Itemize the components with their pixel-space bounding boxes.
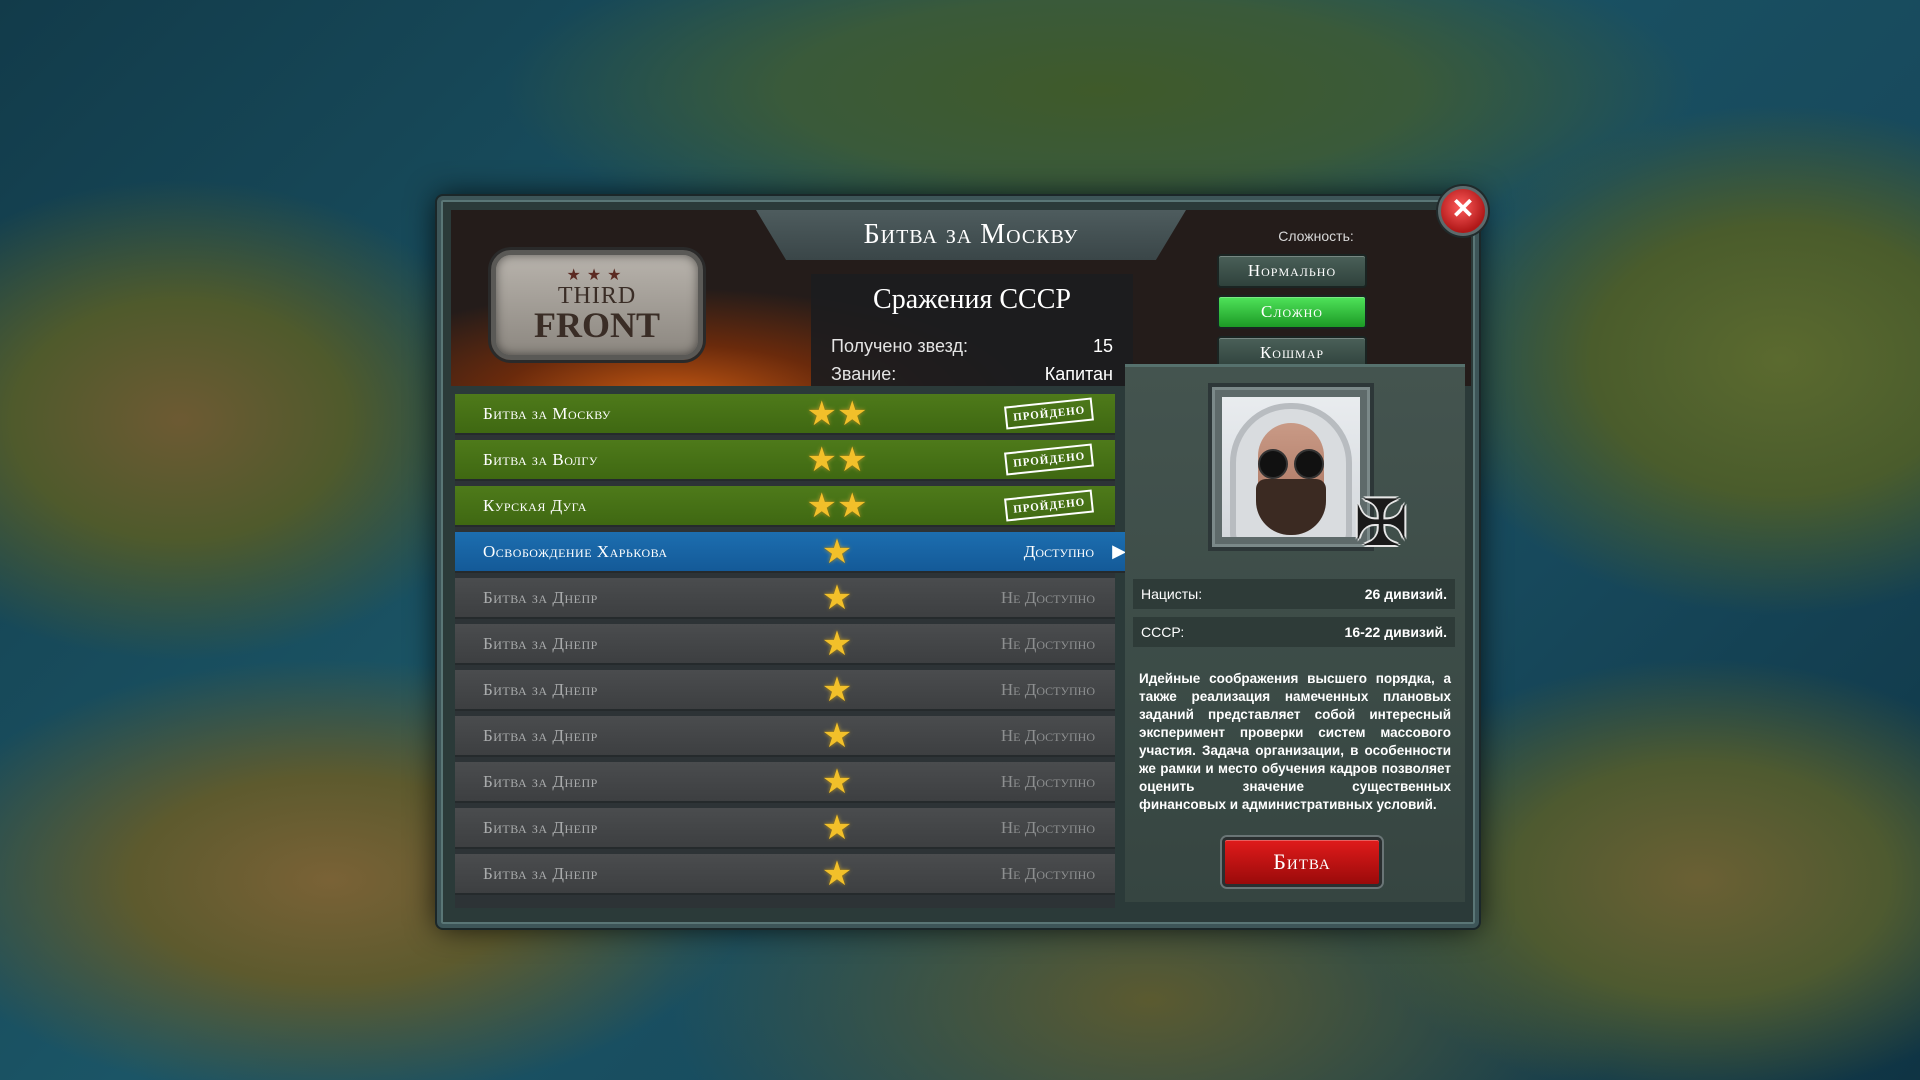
stars-earned-row: Получено звезд: 15: [831, 336, 1113, 357]
mission-name: Битва за Москву: [483, 403, 611, 423]
campaign-title: Сражения СССР: [873, 284, 1071, 315]
mission-name: Битва за Днепр: [483, 771, 598, 791]
ussr-divisions-row: СССР: 16-22 дивизий.: [1133, 617, 1455, 647]
mission-row: Битва за Днепр ★ Не Доступно: [455, 624, 1115, 665]
game-logo: ★★★ THIRD FRONT: [491, 250, 703, 360]
ussr-label: СССР:: [1141, 624, 1185, 640]
rank-label: Звание:: [831, 364, 897, 384]
mission-row[interactable]: Битва за Москву ★★ пройдено: [455, 394, 1115, 435]
mission-status: Не Доступно: [1000, 679, 1095, 699]
completed-stamp: пройдено: [1003, 489, 1094, 522]
mission-name: Битва за Волгу: [483, 449, 598, 469]
mission-status: Доступно: [1023, 541, 1094, 561]
mission-row: Битва за Днепр ★ Не Доступно: [455, 762, 1115, 803]
mission-name: Битва за Днепр: [483, 587, 598, 607]
mission-row[interactable]: Освобождение Харькова ★ Доступно ▶: [455, 532, 1134, 573]
mission-name: Битва за Днепр: [483, 633, 598, 653]
mission-row[interactable]: Курская Дуга ★★ пройдено: [455, 486, 1115, 527]
completed-stamp: пройдено: [1003, 443, 1094, 476]
mission-stars-icon: ★: [821, 578, 853, 617]
mission-stars-icon: ★★: [806, 440, 868, 479]
mission-stars-icon: ★: [821, 762, 853, 801]
battle-button[interactable]: Битва: [1222, 837, 1382, 887]
mission-row: Битва за Днепр ★ Не Доступно: [455, 716, 1115, 757]
mission-row: Битва за Днепр ★ Не Доступно: [455, 670, 1115, 711]
mission-status: Не Доступно: [1000, 725, 1095, 745]
mission-name: Освобождение Харькова: [483, 541, 668, 561]
mission-row: Битва за Днепр ★ Не Доступно: [455, 854, 1115, 895]
mission-status: Не Доступно: [1000, 771, 1095, 791]
mission-name: Курская Дуга: [483, 495, 587, 515]
completed-stamp: пройдено: [1003, 397, 1094, 430]
mission-status: Не Доступно: [1000, 633, 1095, 653]
mission-status: Не Доступно: [1000, 863, 1095, 883]
mission-stars-icon: ★: [821, 716, 853, 755]
logo-text-front: FRONT: [534, 305, 660, 345]
nazis-label: Нацисты:: [1141, 586, 1203, 602]
mission-name: Битва за Днепр: [483, 863, 598, 883]
mission-stars-icon: ★: [821, 532, 853, 571]
mission-stars-icon: ★: [821, 624, 853, 663]
play-arrow-icon[interactable]: ▶: [1112, 541, 1126, 562]
stars-earned-value: 15: [1092, 336, 1113, 356]
campaign-stats: Сражения СССР Получено звезд: 15 Звание:…: [811, 274, 1133, 386]
dialog-header: Битва за Москву ★★★ THIRD FRONT Сражения…: [451, 210, 1471, 386]
mission-status: Не Доступно: [1000, 817, 1095, 837]
mission-info-panel: ✠ Нацисты: 26 дивизий. СССР: 16-22 дивиз…: [1125, 364, 1465, 902]
mission-status: Не Доступно: [1000, 587, 1095, 607]
mission-stars-icon: ★: [821, 670, 853, 709]
nazis-divisions-row: Нацисты: 26 дивизий.: [1133, 579, 1455, 609]
title-plate: Битва за Москву: [756, 210, 1186, 260]
commander-portrait: [1222, 397, 1360, 537]
mission-list: Битва за Москву ★★ пройдено Битва за Волгу ★…: [455, 394, 1134, 908]
mission-stars-icon: ★: [821, 854, 853, 893]
mission-stars-icon: ★★: [806, 394, 868, 433]
mission-stars-icon: ★: [821, 808, 853, 847]
difficulty-hard-button[interactable]: Сложно: [1217, 295, 1367, 329]
mission-row: Битва за Днепр ★ Не Доступно: [455, 578, 1115, 619]
mission-row: Битва за Днепр ★ Не Доступно: [455, 808, 1115, 849]
mission-stars-icon: ★★: [806, 486, 868, 525]
mission-description: Идейные соображения высшего порядка, а т…: [1139, 671, 1451, 812]
logo-stars: ★★★: [566, 267, 628, 284]
difficulty-normal-button[interactable]: Нормально: [1217, 254, 1367, 288]
mission-name: Битва за Днепр: [483, 817, 598, 837]
mission-name: Битва за Днепр: [483, 679, 598, 699]
close-icon[interactable]: ✕: [1438, 186, 1488, 236]
nazis-value: 26 дивизий.: [1364, 586, 1447, 602]
mission-row[interactable]: Битва за Волгу ★★ пройдено: [455, 440, 1115, 481]
rank-value: Капитан: [1044, 364, 1113, 384]
stars-earned-label: Получено звезд:: [831, 336, 968, 356]
dialog-title: Битва за Москву: [863, 219, 1079, 250]
difficulty-label: Сложность:: [1278, 228, 1354, 244]
rank-row: Звание: Капитан: [831, 364, 1113, 385]
ussr-value: 16-22 дивизий.: [1344, 624, 1447, 640]
iron-cross-icon: ✠: [1354, 487, 1408, 559]
mission-name: Битва за Днепр: [483, 725, 598, 745]
